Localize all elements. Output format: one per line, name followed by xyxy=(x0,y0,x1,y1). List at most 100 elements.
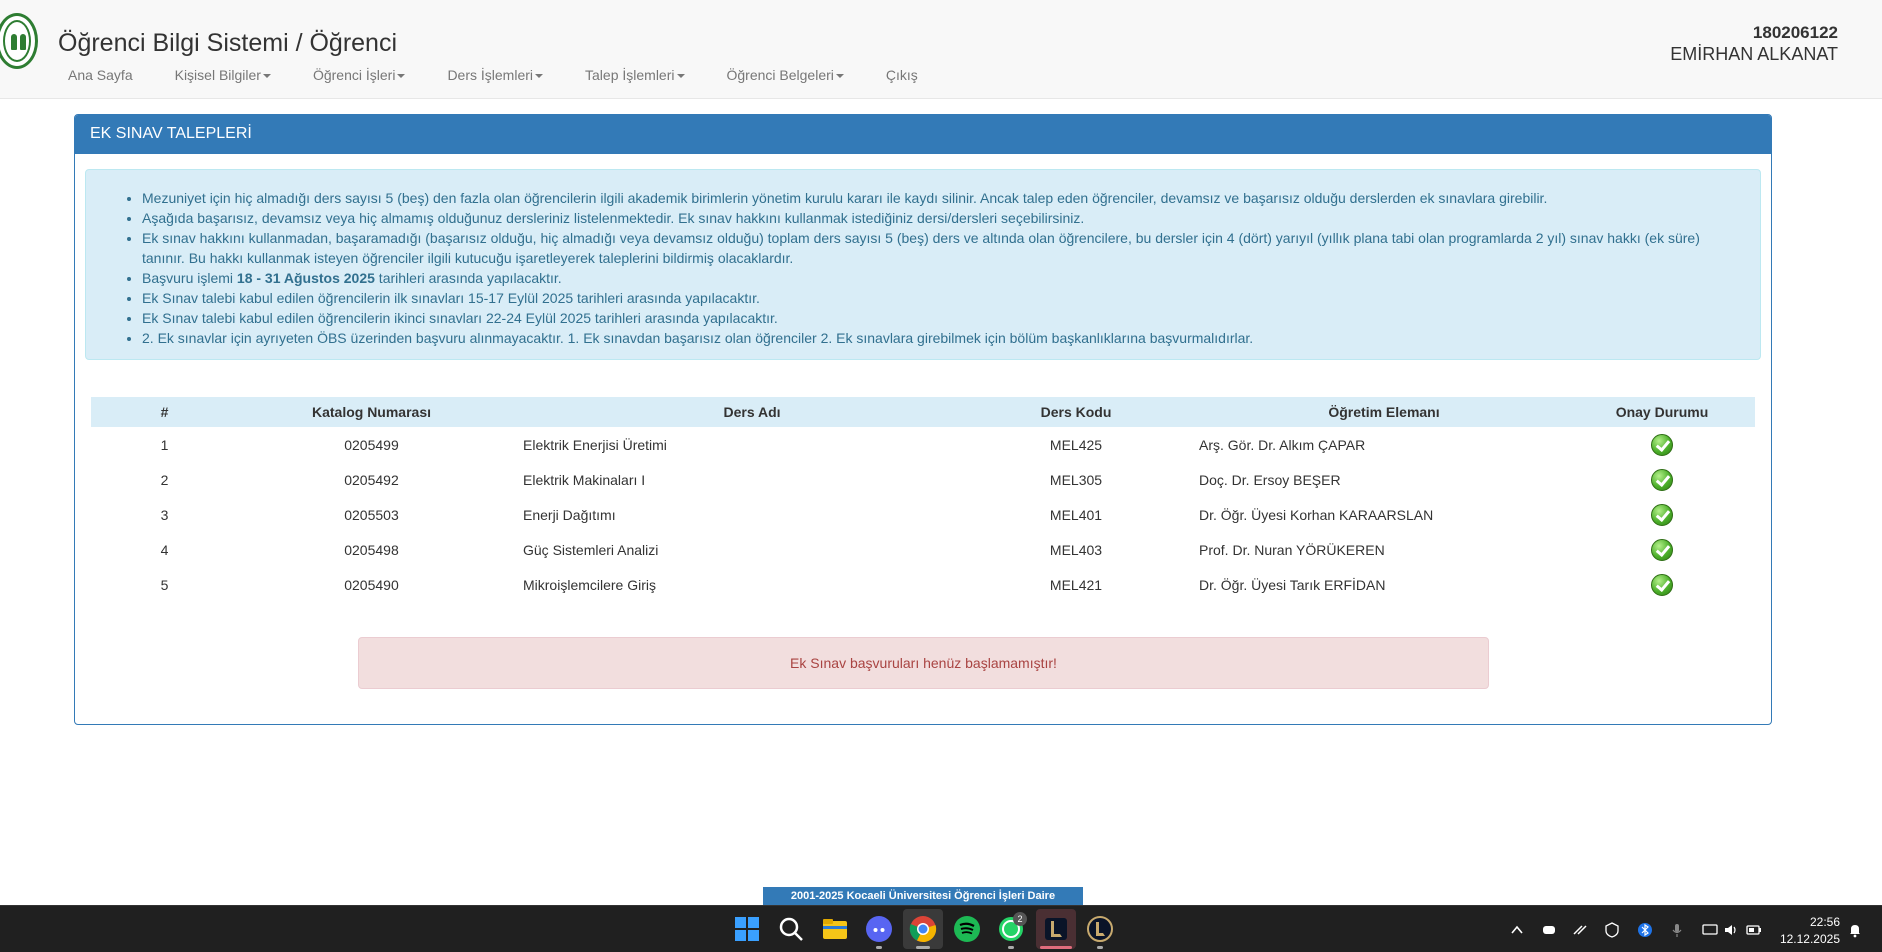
cell-course-name: Enerji Dağıtımı xyxy=(523,506,616,523)
cell-course-name: Mikroişlemcilere Giriş xyxy=(523,576,657,593)
spotify-icon[interactable] xyxy=(953,915,981,943)
shield-icon[interactable] xyxy=(1604,922,1620,938)
exam-request-panel: EK SINAV TALEPLERİ Mezuniyet için hiç al… xyxy=(74,114,1772,725)
running-indicator xyxy=(916,946,930,949)
approved-check-icon xyxy=(1651,503,1673,526)
caret-down-icon xyxy=(835,74,844,79)
col-header-instructor: Öğretim Elemanı xyxy=(1328,404,1440,420)
cell-instructor: Arş. Gör. Dr. Alkım ÇAPAR xyxy=(1199,436,1366,453)
cell-course-code: MEL401 xyxy=(1049,506,1103,523)
cell-status xyxy=(1569,567,1755,602)
info-alert: Mezuniyet için hiç almadığı ders sayısı … xyxy=(85,169,1761,360)
nav-label: Çıkış xyxy=(885,67,918,83)
info-item: Ek Sınav talebi kabul edilen öğrencileri… xyxy=(142,308,1722,328)
university-logo[interactable] xyxy=(0,13,38,69)
volume-icon[interactable] xyxy=(1723,922,1739,938)
nav-ana-sayfa[interactable]: Ana Sayfa xyxy=(56,62,133,88)
cell-course-code: MEL403 xyxy=(1049,541,1103,558)
dates-prefix: Başvuru işlemi xyxy=(142,270,237,286)
nav-label: Öğrenci İşleri xyxy=(312,67,396,83)
cell-catalog: 0205490 xyxy=(344,576,399,593)
table-row: 1 0205499 Elektrik Enerjisi Üretimi MEL4… xyxy=(91,427,1755,462)
nav-cikis[interactable]: Çıkış xyxy=(874,62,918,88)
dates-bold: 18 - 31 Ağustos 2025 xyxy=(236,270,375,286)
clock-date: 12.12.2025 xyxy=(1779,932,1840,946)
col-header-num: # xyxy=(160,404,169,420)
table-row: 5 0205490 Mikroişlemcilere Giriş MEL421 … xyxy=(91,567,1755,602)
courses-table: # Katalog Numarası Ders Adı Ders Kodu Öğ… xyxy=(91,397,1755,602)
discord-tray-icon[interactable] xyxy=(1541,922,1557,938)
cell-course-code: MEL421 xyxy=(1049,576,1103,593)
microphone-icon[interactable] xyxy=(1669,922,1685,938)
cell-status xyxy=(1569,497,1755,532)
table-header-row: # Katalog Numarası Ders Adı Ders Kodu Öğ… xyxy=(91,397,1755,427)
info-item: 2. Ek sınavlar için ayrıyeten ÖBS üzerin… xyxy=(142,328,1722,348)
running-indicator xyxy=(876,946,882,949)
caret-down-icon xyxy=(397,74,406,79)
nav-label: Kişisel Bilgiler xyxy=(174,67,261,83)
cell-catalog: 0205503 xyxy=(344,506,399,523)
system-clock[interactable]: 22:56 12.12.2025 xyxy=(1780,914,1840,948)
cell-status xyxy=(1569,462,1755,497)
user-id: 180206122 xyxy=(1752,23,1838,42)
cell-course-code: MEL305 xyxy=(1049,471,1103,488)
cell-status xyxy=(1569,427,1755,462)
panel-title: EK SINAV TALEPLERİ xyxy=(75,115,1771,154)
footer-copyright: 2001-2025 Kocaeli Üniversitesi Öğrenci İ… xyxy=(763,887,1083,920)
display-icon[interactable] xyxy=(1702,922,1718,938)
not-started-alert: Ek Sınav başvuruları henüz başlamamıştır… xyxy=(358,637,1489,689)
cell-status xyxy=(1569,532,1755,567)
approved-check-icon xyxy=(1651,433,1673,456)
nav-ders-islemleri[interactable]: Ders İşlemleri xyxy=(435,62,544,88)
running-indicator xyxy=(1040,946,1072,949)
table-row: 4 0205498 Güç Sistemleri Analizi MEL403 … xyxy=(91,532,1755,567)
chrome-icon[interactable] xyxy=(909,915,937,943)
league-of-legends-icon[interactable] xyxy=(1042,915,1070,943)
battery-icon[interactable] xyxy=(1746,922,1762,938)
power-plan-icon[interactable] xyxy=(1572,922,1588,938)
running-indicator xyxy=(1097,946,1103,949)
user-info: 180206122 EMİRHAN ALKANAT xyxy=(1670,23,1838,65)
windows-taskbar: 2 22:56 12.12.2025 xyxy=(0,905,1882,952)
nav-kisisel-bilgiler[interactable]: Kişisel Bilgiler xyxy=(163,62,271,88)
cell-instructor: Doç. Dr. Ersoy BEŞER xyxy=(1199,471,1341,488)
info-list: Mezuniyet için hiç almadığı ders sayısı … xyxy=(142,188,1722,348)
windows-start-icon[interactable] xyxy=(733,915,761,943)
nav-ogrenci-isleri[interactable]: Öğrenci İşleri xyxy=(301,62,406,88)
bluetooth-icon[interactable] xyxy=(1637,922,1653,938)
info-item: Ek Sınav talebi kabul edilen öğrencileri… xyxy=(142,288,1722,308)
table-row: 2 0205492 Elektrik Makinaları I MEL305 D… xyxy=(91,462,1755,497)
search-icon[interactable] xyxy=(777,915,805,943)
cell-instructor: Prof. Dr. Nuran YÖRÜKEREN xyxy=(1199,541,1385,558)
running-indicator xyxy=(1008,946,1014,949)
nav-label: Öğrenci Belgeleri xyxy=(726,67,834,83)
main-nav: Ana Sayfa Kişisel Bilgiler Öğrenci İşler… xyxy=(56,62,948,88)
cell-num: 5 xyxy=(160,576,169,593)
col-header-catalog: Katalog Numarası xyxy=(311,404,432,420)
cell-catalog: 0205499 xyxy=(344,436,399,453)
league-client-icon[interactable] xyxy=(1086,915,1114,943)
nav-label: Talep İşlemleri xyxy=(585,67,675,83)
cell-num: 2 xyxy=(160,471,169,488)
cell-course-name: Elektrik Enerjisi Üretimi xyxy=(523,436,667,453)
chevron-up-icon[interactable] xyxy=(1509,922,1525,938)
nav-label: Ders İşlemleri xyxy=(447,67,534,83)
logo-figure-icon xyxy=(11,34,17,50)
dates-suffix: tarihleri arasında yapılacaktır. xyxy=(374,270,562,286)
notification-badge: 2 xyxy=(1013,912,1027,926)
info-item: Aşağıda başarısız, devamsız veya hiç alm… xyxy=(142,208,1722,228)
cell-course-name: Güç Sistemleri Analizi xyxy=(523,541,659,558)
nav-ogrenci-belgeleri[interactable]: Öğrenci Belgeleri xyxy=(715,62,844,88)
nav-talep-islemleri[interactable]: Talep İşlemleri xyxy=(573,62,685,88)
app-title[interactable]: Öğrenci Bilgi Sistemi / Öğrenci xyxy=(58,29,397,58)
cell-num: 4 xyxy=(160,541,169,558)
cell-num: 1 xyxy=(160,436,169,453)
discord-icon[interactable] xyxy=(865,915,893,943)
info-item-dates: Başvuru işlemi 18 - 31 Ağustos 2025 tari… xyxy=(142,268,1722,288)
file-explorer-icon[interactable] xyxy=(821,915,849,943)
info-item: Ek sınav hakkını kullanmadan, başaramadı… xyxy=(142,228,1722,268)
notification-bell-icon[interactable] xyxy=(1847,922,1863,938)
logo-figure-icon xyxy=(20,34,26,50)
col-header-status: Onay Durumu xyxy=(1615,404,1709,420)
clock-time: 22:56 xyxy=(1809,915,1840,929)
